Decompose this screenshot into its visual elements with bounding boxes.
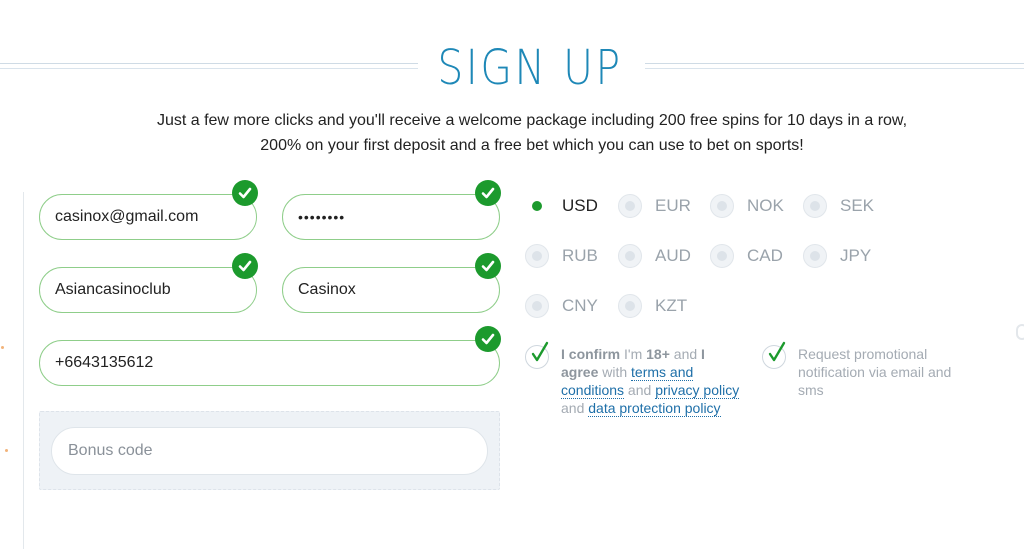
terms-text: I confirm I'm 18+ and I agree with terms…: [561, 345, 740, 417]
radio-icon: [618, 194, 642, 218]
radio-icon: [803, 194, 827, 218]
currency-label: EUR: [655, 196, 691, 215]
currency-radio-aud[interactable]: AUD: [618, 244, 691, 268]
currency-label: KZT: [655, 296, 688, 315]
currency-radio-kzt[interactable]: KZT: [618, 294, 687, 318]
first-name-valid-check-icon: [232, 253, 258, 279]
terms-text-part: and: [561, 400, 589, 416]
currency-label: USD: [562, 196, 598, 215]
radio-icon: [525, 294, 549, 318]
terms-agreement: I confirm I'm 18+ and I agree with terms…: [525, 341, 740, 417]
terms-text-part: I'm: [620, 346, 647, 362]
phone-value: +6643135612: [55, 354, 154, 371]
radio-icon: [618, 244, 642, 268]
title-divider-right-2: [645, 68, 1024, 69]
radio-icon: [710, 244, 734, 268]
title-divider-left-2: [0, 68, 418, 69]
email-value: casinox@gmail.com: [55, 208, 199, 225]
currency-radio-cad[interactable]: CAD: [710, 244, 783, 268]
radio-icon: [618, 294, 642, 318]
currency-radio-rub[interactable]: RUB: [525, 244, 598, 268]
currency-label: AUD: [655, 246, 691, 265]
phone-field[interactable]: +6643135612: [39, 340, 500, 386]
radio-icon: [525, 244, 549, 268]
first-name-value: Asiancasinoclub: [55, 281, 171, 298]
currency-label: JPY: [840, 246, 872, 265]
currency-label: CAD: [747, 246, 783, 265]
currency-radio-usd[interactable]: USD: [525, 194, 598, 218]
decor-dot: [5, 449, 8, 452]
currency-radio-cny[interactable]: CNY: [525, 294, 598, 318]
terms-text-part: and: [624, 382, 656, 398]
currency-radio-sek[interactable]: SEK: [803, 194, 874, 218]
last-name-valid-check-icon: [475, 253, 501, 279]
left-divider: [23, 192, 24, 549]
terms-confirm: I confirm: [561, 346, 621, 362]
data-protection-policy-link[interactable]: data protection policy: [588, 400, 721, 417]
privacy-policy-link[interactable]: privacy policy: [655, 382, 740, 399]
currency-label: CNY: [562, 296, 598, 315]
promo-agreement: Request promotional notification via ema…: [762, 341, 972, 399]
title-divider-right: [645, 63, 1024, 64]
promo-text: Request promotional notification via ema…: [798, 346, 952, 398]
radio-icon: [803, 244, 827, 268]
promo-checkbox-check-icon[interactable]: [762, 341, 786, 369]
scroll-edge-icon: [1016, 324, 1024, 340]
currency-label: SEK: [840, 196, 875, 215]
password-valid-check-icon: [475, 180, 501, 206]
currency-label: NOK: [747, 196, 784, 215]
phone-valid-check-icon: [475, 326, 501, 352]
radio-selected-icon: [525, 194, 549, 218]
password-field[interactable]: ••••••••: [282, 194, 500, 240]
first-name-field[interactable]: Asiancasinoclub: [39, 267, 257, 313]
currency-radio-eur[interactable]: EUR: [618, 194, 691, 218]
title-divider-left: [0, 63, 418, 64]
decor-dot: [1, 346, 4, 349]
currency-label: RUB: [562, 246, 598, 265]
terms-text-part: and: [669, 346, 702, 362]
password-value: ••••••••: [298, 209, 346, 225]
email-valid-check-icon: [232, 180, 258, 206]
last-name-value: Casinox: [298, 281, 356, 298]
currency-radio-nok[interactable]: NOK: [710, 194, 784, 218]
bonus-code-placeholder: Bonus code: [68, 442, 153, 459]
radio-icon: [710, 194, 734, 218]
page-subtitle: Just a few more clicks and you'll receiv…: [156, 112, 908, 154]
terms-age: 18+: [646, 346, 670, 362]
last-name-field[interactable]: Casinox: [282, 267, 500, 313]
email-field[interactable]: casinox@gmail.com: [39, 194, 257, 240]
currency-radio-jpy[interactable]: JPY: [803, 244, 871, 268]
terms-checkbox-check-icon[interactable]: [525, 341, 549, 369]
bonus-code-input[interactable]: Bonus code: [51, 427, 488, 475]
terms-text-part: with: [598, 364, 632, 380]
page-title: SIGN UP: [437, 40, 623, 96]
